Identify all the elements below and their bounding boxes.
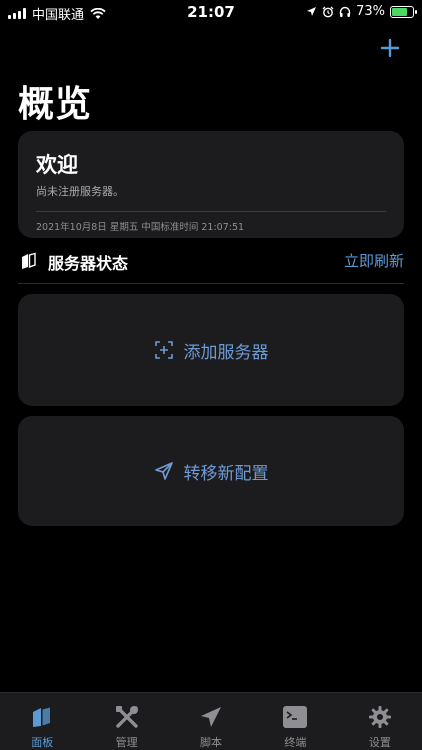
tab-terminal[interactable]: 终端 — [253, 693, 337, 750]
status-bar: 中国联通 21:07 73% — [0, 0, 422, 26]
server-status-title: 服务器状态 — [48, 254, 129, 273]
add-server-button[interactable]: 添加服务器 — [18, 294, 404, 406]
tab-scripts[interactable]: 脚本 — [169, 693, 253, 750]
paperplane-icon — [154, 462, 173, 480]
welcome-divider — [36, 211, 386, 212]
gear-icon — [366, 703, 394, 731]
migrate-config-button[interactable]: 转移新配置 — [18, 416, 404, 526]
section-divider — [18, 283, 404, 284]
add-server-icon — [154, 341, 173, 359]
tab-dashboard[interactable]: 面板 — [0, 693, 84, 750]
server-stack-icon — [22, 252, 36, 269]
refresh-now-button[interactable]: 立即刷新 — [344, 250, 404, 271]
location-icon — [307, 7, 317, 16]
add-server-label: 添加服务器 — [183, 342, 269, 363]
tab-label-scripts: 脚本 — [200, 736, 223, 749]
add-icon[interactable] — [378, 36, 402, 60]
tab-label-terminal: 终端 — [284, 736, 307, 749]
battery-percent: 73% — [356, 4, 385, 19]
headphones-icon — [339, 6, 351, 17]
page-title: 概览 — [18, 84, 93, 125]
dashboard-icon — [28, 703, 56, 731]
tab-bar: 面板 管理 脚本 终端 设置 — [0, 692, 422, 750]
alarm-icon — [322, 6, 334, 17]
migrate-config-label: 转移新配置 — [183, 463, 269, 484]
battery-icon — [390, 5, 417, 18]
welcome-card: 欢迎 尚未注册服务器。 2021年10月8日 星期五 中国标准时间 21:07:… — [18, 131, 404, 238]
welcome-subtitle: 尚未注册服务器。 — [36, 185, 124, 198]
server-status-header: 服务器状态 立即刷新 — [18, 248, 404, 274]
status-right: 73% — [306, 4, 417, 19]
tab-settings[interactable]: 设置 — [338, 693, 422, 750]
welcome-title: 欢迎 — [36, 153, 78, 177]
tools-icon — [113, 703, 141, 731]
terminal-icon — [281, 703, 309, 731]
tab-label-manage: 管理 — [115, 736, 138, 749]
welcome-datetime: 2021年10月8日 星期五 中国标准时间 21:07:51 — [36, 222, 245, 233]
tab-label-settings: 设置 — [368, 736, 391, 749]
tab-manage[interactable]: 管理 — [84, 693, 168, 750]
paperplane-tab-icon — [197, 703, 225, 731]
tab-label-dashboard: 面板 — [31, 736, 54, 749]
